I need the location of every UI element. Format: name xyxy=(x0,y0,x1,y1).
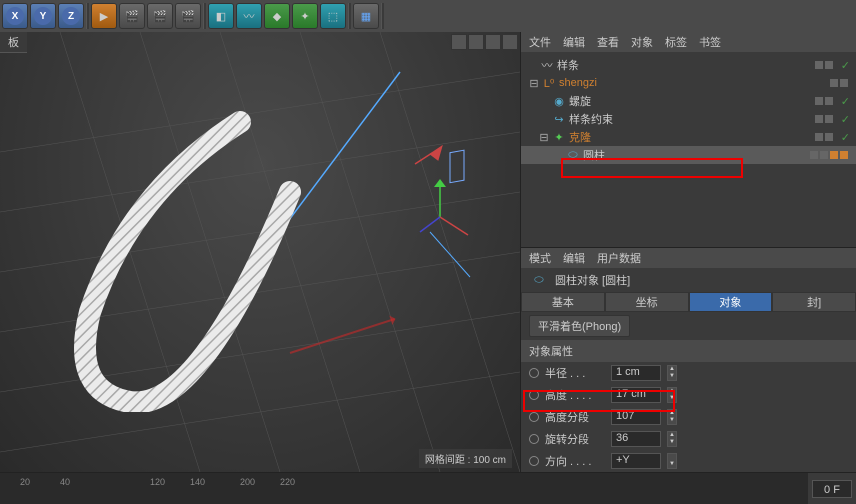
hseg-input[interactable]: 107 xyxy=(611,409,661,425)
tool-button-3[interactable]: 🎬 xyxy=(147,3,173,29)
spinner[interactable]: ▲▼ xyxy=(667,365,677,381)
tool-button-2[interactable]: 🎬 xyxy=(119,3,145,29)
rope-object xyxy=(30,92,350,412)
prop-radius: 半径 . . . 1 cm ▲▼ xyxy=(521,362,856,384)
floor-button[interactable]: ▦ xyxy=(353,3,379,29)
floor-icon: ▦ xyxy=(361,10,371,23)
tree-item-clone[interactable]: ⊟✦ 克隆 ✓ xyxy=(521,128,856,146)
grid-spacing-hud: 网格间距 : 100 cm xyxy=(419,449,512,468)
primitive-cube-button[interactable]: ◧ xyxy=(208,3,234,29)
tool-button-4[interactable]: 🎬 xyxy=(175,3,201,29)
check-icon[interactable]: ✓ xyxy=(841,95,850,108)
x-axis-button[interactable]: X xyxy=(2,3,28,29)
main-toolbar: X Y Z ▶ 🎬 🎬 🎬 ◧ 〰 ◆ ✦ ⬚ ▦ xyxy=(0,0,856,32)
menu-object[interactable]: 对象 xyxy=(631,34,653,50)
menu-file[interactable]: 文件 xyxy=(529,34,551,50)
phong-button[interactable]: 平滑着色(Phong) xyxy=(529,315,630,337)
clapper-icon-2: 🎬 xyxy=(153,10,167,23)
gen-icon-2: ✦ xyxy=(300,10,309,23)
tree-item-shengzi[interactable]: ⊟L⁰ shengzi xyxy=(521,74,856,92)
arrow-icon: ▶ xyxy=(100,10,108,23)
tab-basic[interactable]: 基本 xyxy=(521,292,605,312)
cylinder-icon: ⬭ xyxy=(566,148,580,162)
prop-height-segments: 高度分段 107 ▲▼ xyxy=(521,406,856,428)
clapper-icon: 🎬 xyxy=(125,10,139,23)
check-icon[interactable]: ✓ xyxy=(841,113,850,126)
expand-toggle[interactable]: ⊟ xyxy=(529,77,539,90)
cube-icon: ◧ xyxy=(216,10,226,23)
radio-icon[interactable] xyxy=(529,390,539,400)
y-axis-button[interactable]: Y xyxy=(30,3,56,29)
spinner[interactable]: ▲▼ xyxy=(667,409,677,425)
deform-icon: ⬚ xyxy=(328,10,338,23)
viewport[interactable]: 板 xyxy=(0,32,520,472)
object-tree[interactable]: 〰 样条 ✓ ⊟L⁰ shengzi ◉ 螺旋 ✓ ↪ 样条约束 ✓ ⊟✦ 克 xyxy=(521,52,856,247)
tab-object[interactable]: 对象 xyxy=(689,292,773,312)
orient-select[interactable]: +Y xyxy=(611,453,661,469)
check-icon[interactable]: ✓ xyxy=(841,59,850,72)
attr-menu: 模式 编辑 用户数据 xyxy=(521,248,856,268)
tab-caps[interactable]: 封] xyxy=(772,292,856,312)
gen-icon-1: ◆ xyxy=(273,10,281,23)
timeline-bar: 20 40 120 140 200 220 0 F xyxy=(0,472,856,504)
radio-icon[interactable] xyxy=(529,456,539,466)
timeline-ruler[interactable]: 20 40 120 140 200 220 xyxy=(0,473,808,504)
menu-tags[interactable]: 标签 xyxy=(665,34,687,50)
z-axis-button[interactable]: Z xyxy=(58,3,84,29)
attr-userdata[interactable]: 用户数据 xyxy=(597,250,641,266)
tool-button-1[interactable]: ▶ xyxy=(91,3,117,29)
prop-height: 高度 . . . . 17 cm ▲▼ xyxy=(521,384,856,406)
menu-bookmarks[interactable]: 书签 xyxy=(699,34,721,50)
deformer-button[interactable]: ⬚ xyxy=(320,3,346,29)
spline-button[interactable]: 〰 xyxy=(236,3,262,29)
section-header: 对象属性 xyxy=(521,340,856,362)
prop-orientation: 方向 . . . . +Y ▼ xyxy=(521,450,856,472)
radio-icon[interactable] xyxy=(529,434,539,444)
rseg-input[interactable]: 36 xyxy=(611,431,661,447)
menu-edit[interactable]: 编辑 xyxy=(563,34,585,50)
check-icon[interactable]: ✓ xyxy=(841,131,850,144)
clone-icon: ✦ xyxy=(552,130,566,144)
tree-item-helix[interactable]: ◉ 螺旋 ✓ xyxy=(521,92,856,110)
clapper-icon-3: 🎬 xyxy=(181,10,195,23)
prop-rotation-segments: 旋转分段 36 ▲▼ xyxy=(521,428,856,450)
generator-button-1[interactable]: ◆ xyxy=(264,3,290,29)
radius-input[interactable]: 1 cm xyxy=(611,365,661,381)
dropdown-icon[interactable]: ▼ xyxy=(667,453,677,469)
null-icon: L⁰ xyxy=(542,76,556,90)
tree-item-spline[interactable]: 〰 样条 ✓ xyxy=(521,56,856,74)
tab-coord[interactable]: 坐标 xyxy=(605,292,689,312)
radio-icon[interactable] xyxy=(529,368,539,378)
menu-view[interactable]: 查看 xyxy=(597,34,619,50)
attr-title: ⬭ 圆柱对象 [圆柱] xyxy=(521,268,856,292)
spline-icon: 〰 xyxy=(244,8,255,24)
spline-obj-icon: 〰 xyxy=(540,58,554,72)
spinner[interactable]: ▲▼ xyxy=(667,431,677,447)
spinner[interactable]: ▲▼ xyxy=(667,387,677,403)
generator-button-2[interactable]: ✦ xyxy=(292,3,318,29)
radio-icon[interactable] xyxy=(529,412,539,422)
attr-tabs: 基本 坐标 对象 封] xyxy=(521,292,856,312)
height-input[interactable]: 17 cm xyxy=(611,387,661,403)
helix-icon: ◉ xyxy=(552,94,566,108)
attr-mode[interactable]: 模式 xyxy=(529,250,551,266)
cylinder-icon: ⬭ xyxy=(532,273,546,287)
attribute-manager: 模式 编辑 用户数据 ⬭ 圆柱对象 [圆柱] 基本 坐标 对象 封] 平滑着色(… xyxy=(521,247,856,472)
tree-item-spline-constraint[interactable]: ↪ 样条约束 ✓ xyxy=(521,110,856,128)
tree-item-cylinder[interactable]: ⬭ 圆柱 xyxy=(521,146,856,164)
attr-edit[interactable]: 编辑 xyxy=(563,250,585,266)
constraint-icon: ↪ xyxy=(552,112,566,126)
expand-toggle[interactable]: ⊟ xyxy=(539,131,549,144)
current-frame-field[interactable]: 0 F xyxy=(812,480,852,498)
object-manager-menu: 文件 编辑 查看 对象 标签 书签 xyxy=(521,32,856,52)
phong-row: 平滑着色(Phong) xyxy=(521,312,856,340)
